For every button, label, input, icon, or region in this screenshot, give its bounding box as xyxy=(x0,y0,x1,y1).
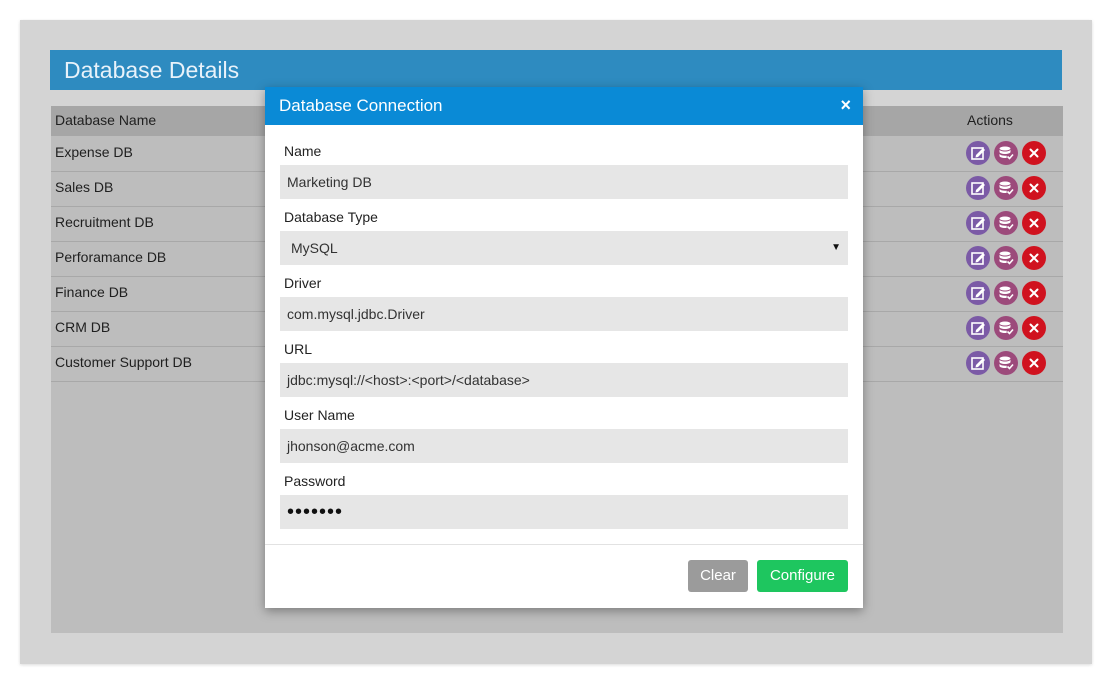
database-check-icon[interactable] xyxy=(994,351,1018,375)
name-input[interactable]: Marketing DB xyxy=(280,165,848,199)
database-check-icon[interactable] xyxy=(994,316,1018,340)
database-connection-dialog: Database Connection × Name Marketing DB … xyxy=(265,87,863,608)
database-type-select[interactable]: MySQL ▼ xyxy=(280,231,848,265)
column-header-actions: Actions xyxy=(967,112,1013,128)
column-header-database-name: Database Name xyxy=(55,112,157,128)
dialog-divider xyxy=(265,544,863,545)
page-header: Database Details xyxy=(50,50,1062,90)
database-check-icon[interactable] xyxy=(994,176,1018,200)
database-check-icon[interactable] xyxy=(994,246,1018,270)
edit-icon[interactable] xyxy=(966,246,990,270)
dialog-header: Database Connection × xyxy=(265,87,863,125)
password-input[interactable]: ••••••• xyxy=(280,495,848,529)
driver-input[interactable]: com.mysql.jdbc.Driver xyxy=(280,297,848,331)
edit-icon[interactable] xyxy=(966,211,990,235)
database-check-icon[interactable] xyxy=(994,281,1018,305)
password-label: Password xyxy=(284,473,346,489)
database-name-cell: Recruitment DB xyxy=(55,214,154,230)
dialog-title: Database Connection xyxy=(279,96,443,115)
database-name-cell: Perforamance DB xyxy=(55,249,167,265)
delete-icon[interactable] xyxy=(1022,246,1046,270)
name-label: Name xyxy=(284,143,322,159)
username-label: User Name xyxy=(284,407,355,423)
delete-icon[interactable] xyxy=(1022,176,1046,200)
delete-icon[interactable] xyxy=(1022,141,1046,165)
url-label: URL xyxy=(284,341,313,357)
clear-button[interactable]: Clear xyxy=(688,560,748,592)
page-title: Database Details xyxy=(64,57,240,83)
delete-icon[interactable] xyxy=(1022,351,1046,375)
driver-label: Driver xyxy=(284,275,322,291)
database-check-icon[interactable] xyxy=(994,141,1018,165)
password-masked-value: ••••••• xyxy=(287,501,344,523)
database-name-cell: Customer Support DB xyxy=(55,354,192,370)
close-icon[interactable]: × xyxy=(840,95,851,116)
edit-icon[interactable] xyxy=(966,351,990,375)
database-type-value: MySQL xyxy=(291,240,338,256)
delete-icon[interactable] xyxy=(1022,281,1046,305)
edit-icon[interactable] xyxy=(966,141,990,165)
delete-icon[interactable] xyxy=(1022,316,1046,340)
database-name-cell: Sales DB xyxy=(55,179,114,195)
database-name-cell: Expense DB xyxy=(55,144,133,160)
database-check-icon[interactable] xyxy=(994,211,1018,235)
edit-icon[interactable] xyxy=(966,316,990,340)
database-name-cell: CRM DB xyxy=(55,319,111,335)
configure-button[interactable]: Configure xyxy=(757,560,848,592)
edit-icon[interactable] xyxy=(966,176,990,200)
database-type-label: Database Type xyxy=(284,209,378,225)
edit-icon[interactable] xyxy=(966,281,990,305)
caret-down-icon: ▼ xyxy=(831,242,841,253)
database-name-cell: Finance DB xyxy=(55,284,129,300)
url-input[interactable]: jdbc:mysql://<host>:<port>/<database> xyxy=(280,363,848,397)
username-input[interactable]: jhonson@acme.com xyxy=(280,429,848,463)
delete-icon[interactable] xyxy=(1022,211,1046,235)
